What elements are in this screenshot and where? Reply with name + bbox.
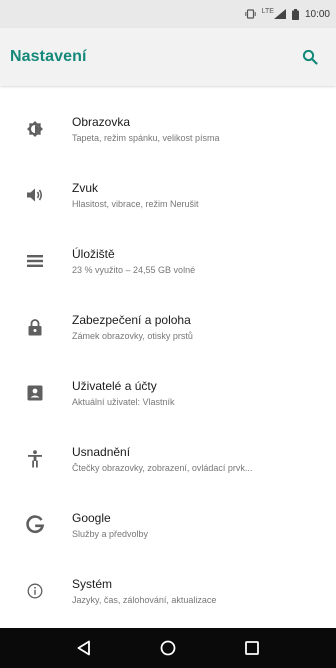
vibrate-icon	[244, 9, 256, 19]
setting-subtitle: Služby a předvolby	[72, 529, 149, 539]
signal-icon: LTE	[261, 7, 286, 19]
setting-title: Google	[72, 511, 111, 525]
setting-subtitle: Čtečky obrazovky, zobrazení, ovládací pr…	[72, 463, 253, 473]
setting-title: Uživatelé a účty	[72, 379, 157, 393]
setting-subtitle: Aktuální uživatel: Vlastník	[72, 397, 175, 407]
home-icon	[160, 640, 176, 656]
setting-subtitle: 23 % využito – 24,55 GB volné	[72, 265, 196, 275]
status-bar: LTE 10:00	[0, 0, 336, 28]
back-button[interactable]	[68, 632, 100, 664]
setting-title: Usnadnění	[72, 445, 131, 459]
setting-subtitle: Jazyky, čas, zálohování, aktualizace	[72, 595, 217, 605]
page-title: Nastavení	[10, 48, 87, 65]
setting-title: Úložiště	[72, 247, 115, 261]
app-bar: Nastavení	[0, 28, 336, 86]
setting-title: Obrazovka	[72, 115, 131, 129]
setting-subtitle: Zámek obrazovky, otisky prstů	[72, 331, 193, 341]
setting-item-uzivatele[interactable]: Uživatelé a účty Aktuální uživatel: Vlas…	[0, 360, 336, 426]
account-icon	[0, 385, 70, 401]
settings-list: Obrazovka Tapeta, režim spánku, velikost…	[0, 96, 336, 624]
volume-icon	[0, 187, 70, 203]
setting-item-system[interactable]: Systém Jazyky, čas, zálohování, aktualiz…	[0, 558, 336, 624]
back-icon	[77, 640, 90, 656]
accessibility-icon	[0, 450, 70, 468]
home-button[interactable]	[152, 632, 184, 664]
brightness-icon	[0, 120, 70, 138]
search-button[interactable]	[298, 45, 322, 69]
google-icon	[0, 515, 70, 535]
storage-icon	[0, 254, 70, 268]
setting-item-zabezpeceni[interactable]: Zabezpečení a poloha Zámek obrazovky, ot…	[0, 294, 336, 360]
setting-title: Zvuk	[72, 181, 99, 195]
setting-subtitle: Tapeta, režim spánku, velikost písma	[72, 133, 220, 143]
setting-item-uloziste[interactable]: Úložiště 23 % využito – 24,55 GB volné	[0, 228, 336, 294]
setting-title: Systém	[72, 577, 113, 591]
recents-button[interactable]	[236, 632, 268, 664]
search-icon	[302, 49, 318, 65]
setting-title: Zabezpečení a poloha	[72, 313, 191, 327]
clock: 10:00	[304, 8, 330, 20]
setting-item-obrazovka[interactable]: Obrazovka Tapeta, režim spánku, velikost…	[0, 96, 336, 162]
setting-subtitle: Hlasitost, vibrace, režim Nerušit	[72, 199, 199, 209]
setting-item-google[interactable]: Google Služby a předvolby	[0, 492, 336, 558]
navigation-bar	[0, 628, 336, 668]
setting-item-usnadneni[interactable]: Usnadnění Čtečky obrazovky, zobrazení, o…	[0, 426, 336, 492]
recents-icon	[245, 641, 259, 655]
lock-icon	[0, 318, 70, 336]
info-icon	[0, 583, 70, 599]
battery-icon	[291, 8, 299, 20]
setting-item-zvuk[interactable]: Zvuk Hlasitost, vibrace, režim Nerušit	[0, 162, 336, 228]
network-type: LTE	[261, 7, 274, 15]
